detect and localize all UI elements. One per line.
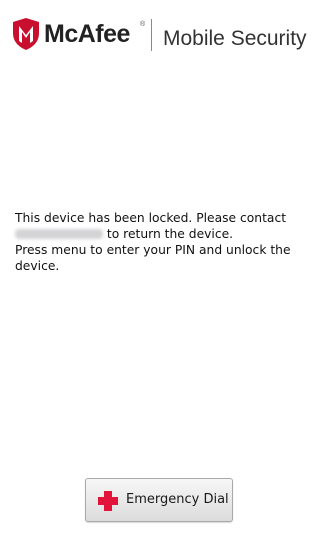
message-line-4: device. <box>15 259 60 273</box>
lock-message: This device has been locked. Please cont… <box>15 210 311 274</box>
message-line-3: Press menu to enter your PIN and unlock … <box>15 243 291 257</box>
header-divider <box>151 19 152 51</box>
mcafee-shield-icon <box>13 18 39 50</box>
brand-name: McAfee <box>44 20 130 48</box>
trademark-symbol: ® <box>140 21 146 28</box>
message-line-1: This device has been locked. Please cont… <box>15 211 287 225</box>
message-line-2: to return the device. <box>15 226 311 242</box>
emergency-dial-button[interactable]: Emergency Dial <box>85 478 233 522</box>
app-header: McAfee ® Mobile Security <box>0 0 320 62</box>
emergency-dial-label: Emergency Dial <box>126 492 229 507</box>
red-cross-icon <box>98 491 118 511</box>
product-name: Mobile Security <box>163 27 307 50</box>
redacted-contact <box>15 229 103 239</box>
message-line-2-text: to return the device. <box>103 227 234 241</box>
